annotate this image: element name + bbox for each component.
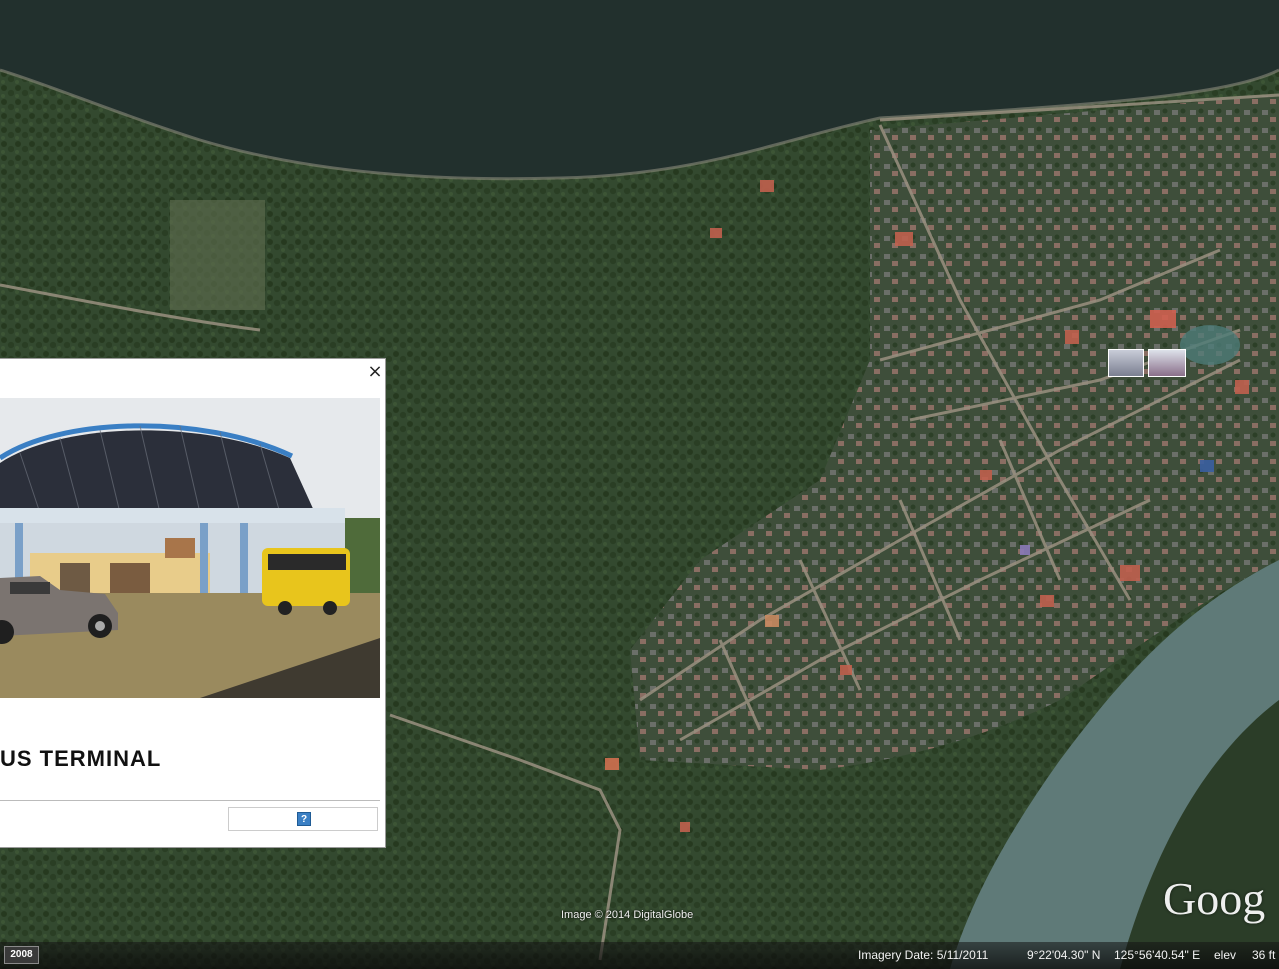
latitude-readout: 9°22'04.30" N — [1027, 948, 1101, 962]
historical-imagery-year-button[interactable]: 2008 — [4, 946, 39, 964]
longitude-readout: 125°56'40.54" E — [1114, 948, 1201, 962]
elevation-value: 36 ft — [1252, 948, 1276, 962]
terminal-photo — [0, 398, 380, 698]
balloon-title: US TERMINAL — [0, 746, 162, 771]
info-balloon: × US TERMINAL ? — [0, 358, 386, 848]
divider — [0, 800, 380, 801]
imagery-date: Imagery Date: 5/11/2011 — [858, 948, 989, 962]
balloon-footer-box: ? — [228, 807, 378, 831]
photo-thumbnail-left[interactable] — [1108, 349, 1144, 377]
google-logo: Goog — [1163, 873, 1266, 924]
help-icon[interactable]: ? — [297, 812, 311, 826]
elevation-label: elev — [1214, 948, 1237, 962]
close-icon[interactable]: × — [366, 363, 384, 381]
photo-thumbnail-right[interactable] — [1148, 349, 1186, 377]
imagery-credit: Image © 2014 DigitalGlobe — [561, 909, 694, 921]
